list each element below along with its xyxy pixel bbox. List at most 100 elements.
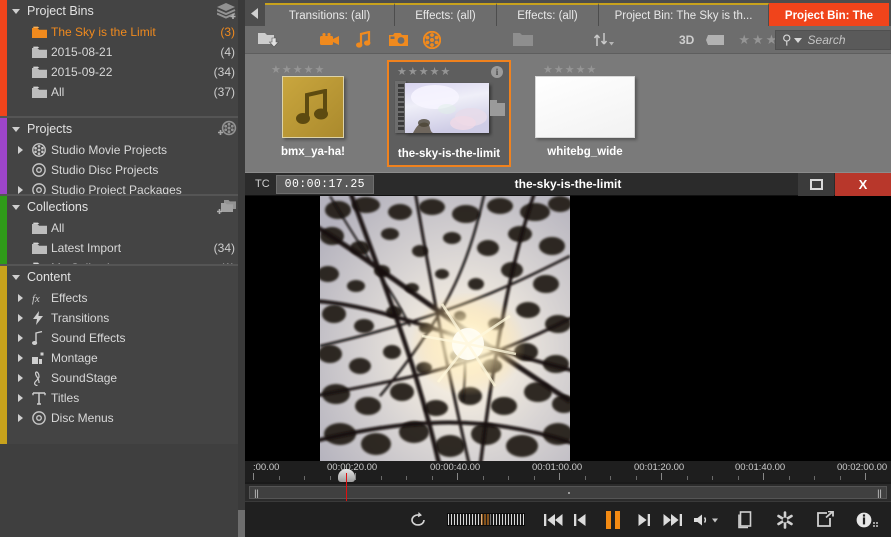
expand-arrow[interactable] (18, 334, 32, 342)
tab-3[interactable]: Effects: (all) (497, 3, 599, 26)
restore-window-button[interactable] (798, 173, 834, 196)
chevron-right-icon[interactable] (18, 354, 23, 362)
star-icon[interactable]: ★ (543, 64, 553, 76)
star-icon[interactable]: ★ (293, 64, 303, 76)
star-icon[interactable]: ★ (441, 66, 451, 78)
star-icon[interactable]: ★ (576, 64, 586, 76)
star-icon[interactable]: ★ (430, 66, 440, 78)
chevron-right-icon[interactable] (18, 314, 23, 322)
step-forward-button[interactable] (631, 502, 659, 537)
sidebar-item-latest-import[interactable]: Latest Import (34) (0, 238, 245, 258)
sidebar-item-2015-08-21[interactable]: 2015-08-21 (4) (0, 42, 245, 62)
star-icon[interactable]: ★ (752, 33, 764, 46)
sidebar-scrollbar[interactable] (238, 0, 245, 537)
section-header[interactable]: Collections (0, 196, 245, 218)
chevron-right-icon[interactable] (18, 146, 23, 154)
expand-arrow[interactable] (18, 354, 32, 362)
tab-scroll-left-button[interactable] (245, 0, 265, 26)
chevron-right-icon[interactable] (18, 414, 23, 422)
collapse-triangle-icon[interactable] (12, 204, 20, 210)
import-button[interactable] (245, 26, 291, 54)
timecode-value[interactable]: 00:00:17.25 (275, 174, 374, 194)
collapse-triangle-icon[interactable] (12, 126, 20, 132)
star-icon[interactable]: ★ (554, 64, 564, 76)
sidebar-item-2015-09-22[interactable]: 2015-09-22 (34) (0, 62, 245, 82)
sidebar-scrollbar-thumb[interactable] (238, 510, 245, 537)
filter-project-button[interactable] (415, 26, 449, 54)
tab-1[interactable]: Transitions: (all) (265, 3, 395, 26)
timeline-scrollbar[interactable]: || || (245, 484, 891, 501)
star-icon[interactable]: ★ (419, 66, 429, 78)
star-icon[interactable]: ★ (565, 64, 575, 76)
sidebar-item-all[interactable]: All (0, 218, 245, 238)
add-project-icon[interactable] (217, 120, 237, 138)
sidebar-item-all[interactable]: All (37) (0, 82, 245, 102)
star-icon[interactable]: ★ (271, 64, 281, 76)
sidebar-item-montage[interactable]: Montage (0, 348, 245, 368)
scrollbar-left-grip[interactable]: || (254, 489, 259, 498)
add-collection-icon[interactable] (217, 198, 237, 216)
go-to-start-button[interactable] (539, 502, 567, 537)
chevron-down-icon[interactable] (793, 37, 802, 43)
info-icon[interactable]: i (491, 66, 503, 78)
pause-button[interactable] (595, 502, 631, 537)
star-icon[interactable]: ★ (304, 64, 314, 76)
filter-audio-button[interactable] (347, 26, 381, 54)
video-preview[interactable] (320, 196, 570, 461)
expand-arrow[interactable] (18, 186, 32, 194)
expand-arrow[interactable] (18, 146, 32, 154)
item-rating[interactable]: ★ ★ ★ ★ ★ (527, 64, 643, 76)
collapse-triangle-icon[interactable] (12, 8, 20, 14)
sidebar-item-soundstage[interactable]: SoundStage (0, 368, 245, 388)
expand-arrow[interactable] (18, 314, 32, 322)
go-to-end-button[interactable] (659, 502, 687, 537)
star-icon[interactable]: ★ (397, 66, 407, 78)
volume-button[interactable] (687, 502, 725, 537)
player-timeline-ruler[interactable]: :00.00 00:00:20.00 00:00:40.00 00:01:00.00 0… (245, 461, 891, 501)
media-item[interactable]: ★ ★ ★ ★ ★ whitebg_wide (523, 60, 647, 167)
expand-arrow[interactable] (18, 394, 32, 402)
item-rating[interactable]: ★ ★ ★ ★ ★ (255, 64, 371, 76)
sidebar-item-studio-movie-projects[interactable]: Studio Movie Projects (0, 140, 245, 160)
timeline-scrollbar-track[interactable]: || || (249, 486, 887, 499)
full-screen-button[interactable] (805, 502, 845, 537)
sidebar-item-disc-menus[interactable]: Disc Menus (0, 408, 245, 428)
star-icon[interactable]: ★ (408, 66, 418, 78)
chevron-right-icon[interactable] (18, 186, 23, 194)
star-icon[interactable]: ★ (282, 64, 292, 76)
step-back-button[interactable] (567, 502, 595, 537)
three-d-toggle[interactable]: 3D (673, 26, 700, 54)
snapshot-button[interactable] (725, 502, 765, 537)
shuttle-slider[interactable] (447, 513, 525, 526)
item-rating[interactable]: ★ ★ ★ ★ ★ (393, 66, 505, 78)
tab-2[interactable]: Effects: (all) (395, 3, 497, 26)
expand-arrow[interactable] (18, 374, 32, 382)
info-button[interactable] (845, 502, 891, 537)
add-bin-icon[interactable] (216, 2, 237, 20)
tab-4[interactable]: Project Bin: The Sky is th... (599, 3, 769, 26)
media-item[interactable]: ★ ★ ★ ★ ★ i the-sky-is-the-limit (387, 60, 511, 167)
star-icon[interactable]: ★ (315, 64, 325, 76)
star-icon[interactable]: ★ (587, 64, 597, 76)
filter-video-button[interactable] (313, 26, 347, 54)
sidebar-item-studio-disc-projects[interactable]: Studio Disc Projects (0, 160, 245, 180)
chevron-right-icon[interactable] (18, 374, 23, 382)
search-box[interactable]: ⚲ Search (775, 30, 891, 50)
sidebar-item-transitions[interactable]: Transitions (0, 308, 245, 328)
sidebar-item-effects[interactable]: fx Effects (0, 288, 245, 308)
collapse-triangle-icon[interactable] (12, 274, 20, 280)
sort-button[interactable] (587, 26, 621, 54)
sidebar-item-the-sky-is-the-limit[interactable]: The Sky is the Limit (3) (0, 22, 245, 42)
scrollbar-right-grip[interactable]: || (877, 489, 882, 498)
chevron-right-icon[interactable] (18, 394, 23, 402)
expand-arrow[interactable] (18, 414, 32, 422)
filter-photo-button[interactable] (381, 26, 415, 54)
close-button[interactable]: X (835, 173, 891, 196)
expand-arrow[interactable] (18, 294, 32, 302)
sidebar-item-sound-effects[interactable]: Sound Effects (0, 328, 245, 348)
chevron-right-icon[interactable] (18, 334, 23, 342)
loop-button[interactable] (405, 502, 433, 537)
search-input[interactable]: Search (808, 33, 846, 47)
section-header[interactable]: Projects (0, 118, 245, 140)
section-header[interactable]: Content (0, 266, 245, 288)
